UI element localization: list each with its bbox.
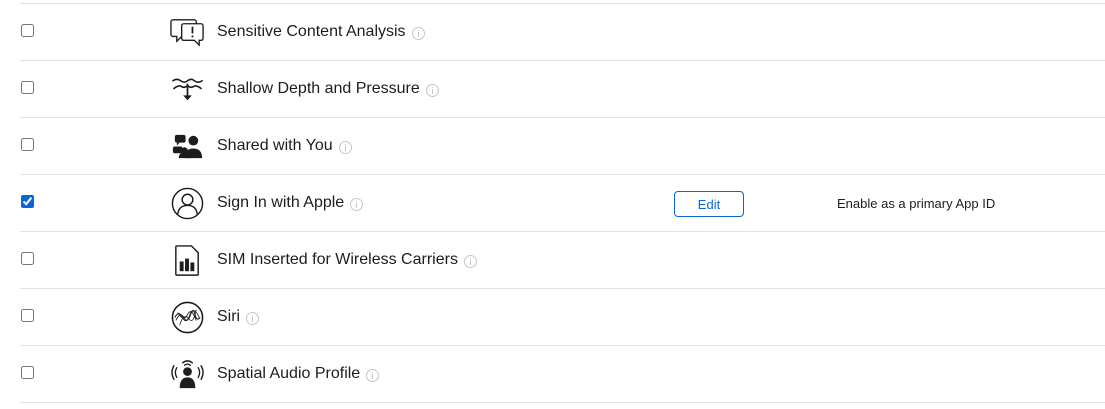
info-icon[interactable] [411, 26, 425, 40]
capability-name: Shared with You [217, 135, 352, 157]
capability-row-siri: Siri [0, 289, 1105, 346]
info-icon[interactable] [246, 311, 260, 325]
depth-pressure-icon [170, 72, 205, 107]
sim-card-icon [170, 243, 205, 278]
capabilities-list: Sensitive Content Analysis Shallow Depth… [0, 0, 1105, 409]
capability-checkbox[interactable] [21, 138, 34, 151]
capability-row-sensitive-content-analysis: Sensitive Content Analysis [0, 4, 1105, 61]
capability-row-shallow-depth-and-pressure: Shallow Depth and Pressure [0, 61, 1105, 118]
capability-name: Spatial Audio Profile [217, 363, 380, 385]
row-divider [20, 402, 1105, 403]
info-icon[interactable] [350, 197, 364, 211]
person-circle-icon [170, 186, 205, 221]
info-icon[interactable] [463, 254, 477, 268]
capability-checkbox[interactable] [21, 309, 34, 322]
shared-people-icon [170, 129, 205, 164]
capability-label: SIM Inserted for Wireless Carriers [217, 251, 458, 268]
info-icon[interactable] [338, 140, 352, 154]
capability-checkbox[interactable] [21, 195, 34, 208]
capability-row-shared-with-you: Shared with You [0, 118, 1105, 175]
capability-name: Sensitive Content Analysis [217, 21, 425, 43]
speech-bubble-alert-icon [170, 15, 205, 50]
capability-name: Sign In with Apple [217, 192, 364, 214]
capability-label: Spatial Audio Profile [217, 365, 361, 382]
capability-name: SIM Inserted for Wireless Carriers [217, 249, 477, 271]
info-icon[interactable] [425, 83, 439, 97]
capability-row-spatial-audio-profile: Spatial Audio Profile [0, 346, 1105, 403]
capability-label: Siri [217, 308, 241, 325]
capability-name: Siri [217, 306, 260, 328]
spatial-audio-icon [170, 357, 205, 392]
capability-label: Sensitive Content Analysis [217, 23, 406, 40]
siri-icon [170, 300, 205, 335]
info-icon[interactable] [366, 368, 380, 382]
capability-checkbox[interactable] [21, 252, 34, 265]
edit-button[interactable]: Edit [674, 191, 744, 217]
capability-label: Shallow Depth and Pressure [217, 80, 420, 97]
capability-checkbox[interactable] [21, 81, 34, 94]
capability-label: Shared with You [217, 137, 333, 154]
capability-note: Enable as a primary App ID [837, 196, 996, 211]
capability-checkbox[interactable] [21, 366, 34, 379]
capability-checkbox[interactable] [21, 24, 34, 37]
capability-name: Shallow Depth and Pressure [217, 78, 439, 100]
capability-row-sign-in-with-apple: Sign In with Apple Edit Enable as a prim… [0, 175, 1105, 232]
capability-row-sim-inserted: SIM Inserted for Wireless Carriers [0, 232, 1105, 289]
capability-label: Sign In with Apple [217, 194, 345, 211]
